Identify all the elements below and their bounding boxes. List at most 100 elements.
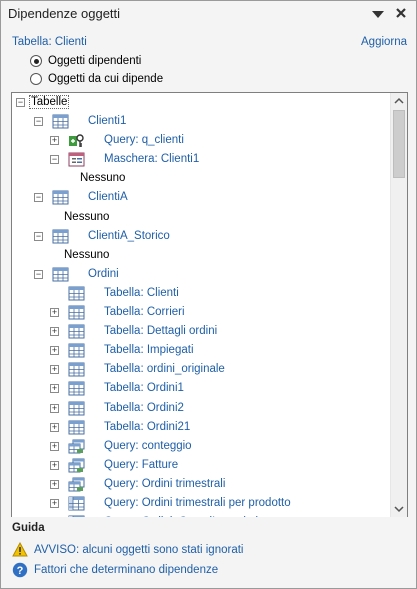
tree-node-link[interactable]: Maschera: Clienti1 — [104, 153, 199, 165]
tree-node-row[interactable]: + Tabella: Ordini2 — [12, 400, 388, 418]
query-icon — [68, 439, 85, 454]
radio-label: Oggetti da cui dipende — [48, 73, 164, 85]
tree-node-row[interactable]: + Tabella: Ordini21 — [12, 419, 388, 437]
tree-node-row[interactable]: Tabella: Clienti — [12, 285, 388, 303]
expand-icon[interactable]: + — [50, 308, 59, 317]
help-row[interactable]: ? Fattori che determinano dipendenze — [12, 562, 218, 578]
query-icon — [68, 458, 85, 473]
collapse-icon[interactable]: − — [50, 155, 59, 165]
query-icon — [68, 477, 85, 492]
tree-node-link[interactable]: Query: q_clienti — [104, 134, 184, 146]
tree-root-label[interactable]: Tabelle — [28, 95, 70, 109]
table-icon — [52, 229, 69, 244]
vertical-scrollbar[interactable] — [390, 93, 407, 517]
expand-icon[interactable]: + — [50, 136, 59, 146]
tree-node-row[interactable]: + Query: Ordini trimestrali per prodotto — [12, 495, 388, 513]
expand-icon[interactable]: + — [50, 346, 59, 356]
expand-icon[interactable]: + — [50, 499, 59, 508]
radio-dependent-objects[interactable]: Oggetti dipendenti — [30, 53, 141, 69]
radio-button-selected[interactable] — [30, 55, 42, 67]
tree-node-link[interactable]: Ordini — [88, 268, 119, 280]
tree-node-row[interactable]: + Tabella: Ordini1 — [12, 380, 388, 398]
tree-node-link[interactable]: Query: Ordini trimestrali per prodotto — [104, 497, 291, 509]
tree-node-link[interactable]: Tabella: ordini_originale — [104, 363, 225, 375]
table-icon — [52, 267, 69, 282]
tree-node-row[interactable]: + Tabella: ordini_originale — [12, 361, 388, 379]
expand-icon[interactable]: + — [50, 327, 59, 337]
radio-objects-depended-on[interactable]: Oggetti da cui dipende — [30, 71, 163, 87]
svg-text:?: ? — [17, 565, 24, 577]
tree-node-link[interactable]: Tabella: Ordini2 — [104, 402, 184, 414]
table-icon — [52, 114, 69, 129]
tree-node-link[interactable]: Tabella: Impiegati — [104, 344, 194, 356]
collapse-icon[interactable]: − — [16, 98, 25, 107]
tree-none-label: Nessuno — [64, 248, 110, 261]
table-icon — [68, 362, 85, 377]
warning-row[interactable]: AVVISO: alcuni oggetti sono stati ignora… — [12, 542, 243, 557]
tree-node-link[interactable]: Tabella: Clienti — [104, 287, 179, 299]
collapse-icon[interactable]: − — [34, 231, 43, 241]
expand-icon[interactable]: + — [50, 403, 59, 413]
tree-node-row[interactable]: − ClientiA — [12, 189, 388, 207]
pane-titlebar: Dipendenze oggetti — [1, 1, 416, 25]
expand-icon[interactable]: + — [50, 365, 59, 375]
table-icon — [68, 420, 85, 435]
tree-node-row[interactable]: + Query: Ordini trimestrali — [12, 476, 388, 494]
query-key-icon — [68, 133, 85, 148]
tree-none-label: Nessuno — [80, 172, 126, 185]
tree-node-row[interactable]: + Tabella: Dettagli ordini — [12, 323, 388, 341]
table-icon — [68, 286, 85, 301]
tree-node-row[interactable]: + Query: conteggio — [12, 438, 388, 456]
pane-title: Dipendenze oggetti — [8, 6, 121, 21]
pane-options-dropdown-icon[interactable] — [370, 8, 386, 20]
expand-icon[interactable]: + — [50, 441, 59, 451]
tree-node-link[interactable]: ClientiA — [88, 191, 128, 203]
expand-icon[interactable]: + — [50, 460, 59, 470]
dependency-tree[interactable]: − Tabelle − Clienti1 + Query: q_clienti − Mas… — [11, 92, 408, 518]
scrollbar-thumb[interactable] — [393, 110, 405, 178]
help-link[interactable]: Fattori che determinano dipendenze — [34, 564, 218, 576]
tree-empty-row: Nessuno — [12, 247, 388, 265]
table-icon — [68, 343, 85, 358]
expand-icon[interactable]: + — [50, 422, 59, 432]
tree-node-link[interactable]: Tabella: Corrieri — [104, 306, 185, 318]
tree-empty-row: Nessuno — [12, 209, 388, 227]
table-icon — [68, 381, 85, 396]
tree-node-link[interactable]: ClientiA_Storico — [88, 230, 170, 242]
collapse-icon[interactable]: − — [34, 117, 43, 126]
tree-node-row[interactable]: − Ordini — [12, 266, 388, 284]
tree-node-link[interactable]: Tabella: Ordini1 — [104, 382, 184, 394]
warning-icon — [12, 542, 28, 557]
refresh-link[interactable]: Aggiorna — [361, 36, 407, 48]
warning-link[interactable]: AVVISO: alcuni oggetti sono stati ignora… — [34, 544, 243, 556]
expand-icon[interactable]: + — [50, 384, 59, 394]
table-icon — [68, 324, 85, 339]
help-section: Guida AVVISO: alcuni oggetti sono stati … — [1, 517, 416, 588]
tree-node-link[interactable]: Tabella: Ordini21 — [104, 421, 190, 433]
tree-node-link[interactable]: Query: Fatture — [104, 459, 178, 471]
expand-icon[interactable]: + — [50, 479, 59, 489]
tree-none-label: Nessuno — [64, 210, 110, 223]
radio-button[interactable] — [30, 73, 42, 85]
table-icon — [68, 305, 85, 320]
tree-root-row[interactable]: − Tabelle — [12, 94, 388, 112]
tree-node-row[interactable]: + Query: Fatture — [12, 457, 388, 475]
tree-node-row[interactable]: + Query: q_clienti — [12, 132, 388, 150]
tree-node-row[interactable]: + Tabella: Corrieri — [12, 304, 388, 322]
scroll-down-arrow-icon[interactable] — [391, 500, 407, 517]
tree-node-row[interactable]: − Maschera: Clienti1 — [12, 151, 388, 169]
collapse-icon[interactable]: − — [34, 269, 43, 279]
tree-node-link[interactable]: Query: conteggio — [104, 440, 192, 452]
selected-object-link[interactable]: Tabella: Clienti — [12, 36, 87, 48]
tree-node-link[interactable]: Query: Ordini trimestrali — [104, 478, 225, 490]
tree-node-row[interactable]: − ClientiA_Storico — [12, 228, 388, 246]
collapse-icon[interactable]: − — [34, 193, 43, 203]
crosstab-query-icon — [68, 496, 85, 511]
scroll-up-arrow-icon[interactable] — [391, 93, 407, 110]
tree-node-link[interactable]: Tabella: Dettagli ordini — [104, 325, 217, 337]
tree-node-row[interactable]: + Tabella: Impiegati — [12, 342, 388, 360]
tree-node-link[interactable]: Clienti1 — [88, 115, 126, 127]
close-icon[interactable] — [394, 6, 408, 20]
tree-node-row[interactable]: − Clienti1 — [12, 113, 388, 131]
tree-empty-row: Nessuno — [12, 170, 388, 188]
